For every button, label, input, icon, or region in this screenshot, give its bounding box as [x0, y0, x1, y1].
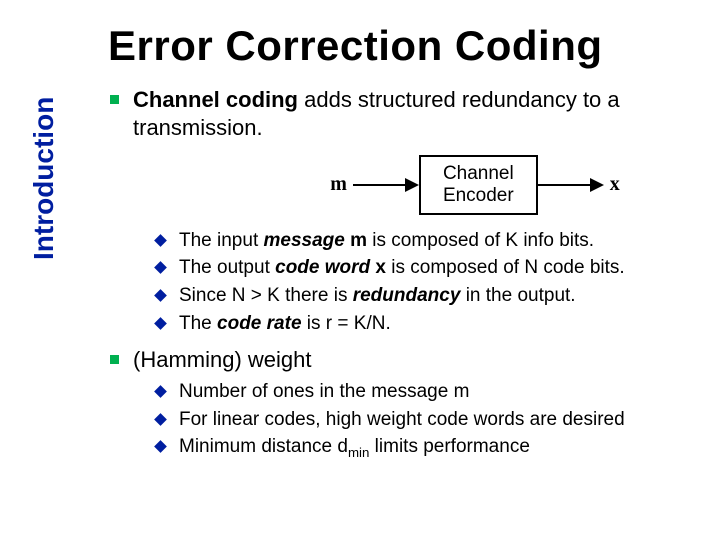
diamond-bullet-icon — [154, 262, 167, 275]
sub-text: The code rate is r = K/N. — [179, 312, 391, 337]
sub-text: For linear codes, high weight code words… — [179, 408, 625, 433]
sub-text: Minimum distance dmin limits performance — [179, 435, 530, 461]
diamond-bullet-icon — [154, 385, 167, 398]
t: limits performance — [369, 436, 530, 457]
t: in the output. — [460, 285, 575, 306]
arrow-out — [538, 178, 604, 192]
square-bullet-icon — [110, 355, 119, 364]
bullet-text: Channel coding adds structured redundanc… — [133, 86, 690, 141]
sub-min: min — [348, 445, 369, 460]
var-x: x — [375, 257, 386, 278]
term-codeword: code word — [275, 257, 370, 278]
diamond-bullet-icon — [154, 317, 167, 330]
arrow-line-icon — [538, 184, 590, 186]
bullet-text: (Hamming) weight — [133, 346, 312, 374]
t: Since N > K there is — [179, 285, 353, 306]
t: The input — [179, 230, 264, 251]
arrow-in — [353, 178, 419, 192]
sub-bullet: For linear codes, high weight code words… — [150, 408, 690, 433]
sub-bullet: The code rate is r = K/N. — [150, 312, 690, 337]
arrow-head-icon — [590, 178, 604, 192]
t: is r = K/N. — [302, 313, 391, 334]
slide: Introduction Error Correction Coding Cha… — [0, 0, 720, 540]
diamond-bullet-icon — [154, 234, 167, 247]
square-bullet-icon — [110, 95, 119, 104]
sub-bullet: Number of ones in the message m — [150, 380, 690, 405]
sublist-encoder: The input message m is composed of K inf… — [150, 229, 690, 337]
encoder-diagram: m Channel Encoder x — [260, 155, 690, 215]
bullet-hamming-weight: (Hamming) weight — [110, 346, 690, 374]
term-redundancy: redundancy — [353, 285, 461, 306]
encoder-line1: Channel — [443, 163, 514, 185]
arrow-line-icon — [353, 184, 405, 186]
sub-text: Number of ones in the message m — [179, 380, 469, 405]
slide-title: Error Correction Coding — [0, 0, 720, 76]
sub-text: Since N > K there is redundancy in the o… — [179, 284, 576, 309]
sublist-hamming: Number of ones in the message m For line… — [150, 380, 690, 461]
sub-bullet: Since N > K there is redundancy in the o… — [150, 284, 690, 309]
sub-bullet: The input message m is composed of K inf… — [150, 229, 690, 254]
sub-bullet: Minimum distance dmin limits performance — [150, 435, 690, 461]
diamond-bullet-icon — [154, 413, 167, 426]
t: is composed of K info bits. — [367, 230, 594, 251]
t: Minimum distance d — [179, 436, 348, 457]
var-m: m — [350, 230, 367, 251]
term-message: message — [264, 230, 345, 251]
sub-bullet: The output code word x is composed of N … — [150, 256, 690, 281]
term-channel-coding: Channel coding — [133, 87, 298, 112]
diamond-bullet-icon — [154, 289, 167, 302]
slide-content: Channel coding adds structured redundanc… — [0, 86, 720, 461]
term-code-rate: code rate — [217, 313, 301, 334]
arrow-head-icon — [405, 178, 419, 192]
encoder-box: Channel Encoder — [419, 155, 538, 215]
t: is composed of N code bits. — [386, 257, 625, 278]
bullet-channel-coding: Channel coding adds structured redundanc… — [110, 86, 690, 141]
sub-text: The input message m is composed of K inf… — [179, 229, 594, 254]
t: The output — [179, 257, 275, 278]
sub-text: The output code word x is composed of N … — [179, 256, 625, 281]
output-label-x: x — [604, 173, 620, 196]
input-label-m: m — [330, 173, 353, 196]
encoder-line2: Encoder — [443, 185, 514, 207]
t: The — [179, 313, 217, 334]
diamond-bullet-icon — [154, 440, 167, 453]
